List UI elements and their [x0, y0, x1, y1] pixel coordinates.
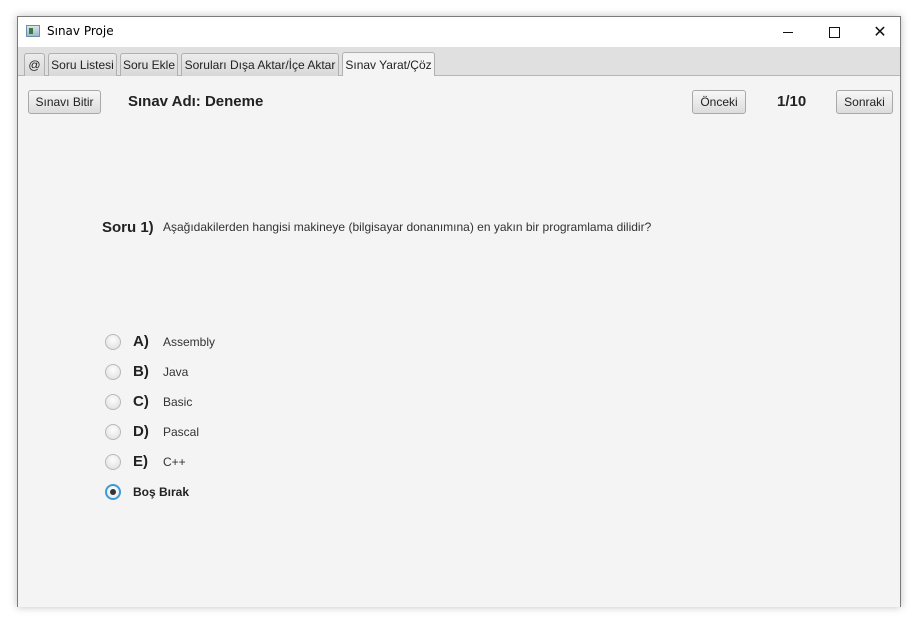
option-letter: A) — [133, 333, 149, 350]
tab-sinav-yarat[interactable]: Sınav Yarat/Çöz — [342, 52, 435, 76]
window-title: Sınav Proje — [47, 24, 114, 38]
question-text: Aşağıdakilerden hangisi makineye (bilgis… — [163, 220, 652, 234]
blank-option-label: Boş Bırak — [133, 485, 190, 499]
option-letter: D) — [133, 423, 149, 440]
radio-button[interactable] — [105, 424, 121, 440]
tab-at[interactable]: @ — [24, 53, 45, 76]
option-text: Assembly — [163, 335, 216, 349]
question-counter: 1/10 — [777, 93, 807, 110]
option-c[interactable]: C) Basic — [105, 393, 405, 413]
option-a[interactable]: A) Assembly — [105, 333, 405, 353]
option-blank[interactable]: Boş Bırak — [105, 483, 405, 503]
option-b[interactable]: B) Java — [105, 363, 405, 383]
exam-panel: Sınavı Bitir Sınav Adı: Deneme Önceki 1/… — [18, 76, 900, 607]
app-window: Sınav Proje ✕ @ Soru Listesi Soru Ekle S… — [17, 16, 901, 607]
radio-button[interactable] — [105, 394, 121, 410]
next-button[interactable]: Sonraki — [836, 90, 893, 114]
radio-button[interactable] — [105, 364, 121, 380]
radio-button[interactable] — [105, 454, 121, 470]
tab-soru-ekle[interactable]: Soru Ekle — [120, 53, 178, 76]
option-letter: C) — [133, 393, 149, 410]
maximize-icon — [828, 26, 840, 38]
previous-button[interactable]: Önceki — [692, 90, 746, 114]
option-text: C++ — [163, 455, 186, 469]
close-icon: ✕ — [873, 22, 887, 41]
exam-name: Sınav Adı: Deneme — [128, 93, 264, 110]
option-letter: B) — [133, 363, 149, 380]
option-letter: E) — [133, 453, 148, 470]
minimize-icon — [783, 31, 793, 33]
option-text: Java — [163, 365, 189, 379]
minimize-button[interactable] — [765, 17, 811, 47]
radio-button-selected[interactable] — [105, 484, 121, 500]
maximize-button[interactable] — [811, 17, 857, 47]
radio-button[interactable] — [105, 334, 121, 350]
tab-bar: @ Soru Listesi Soru Ekle Soruları Dışa A… — [18, 47, 900, 76]
tab-disa-aktar[interactable]: Soruları Dışa Aktar/İçe Aktar — [181, 53, 339, 76]
app-icon — [26, 25, 40, 37]
option-text: Basic — [163, 395, 193, 409]
question-label: Soru 1) — [102, 219, 154, 236]
close-button[interactable]: ✕ — [857, 17, 903, 47]
option-e[interactable]: E) C++ — [105, 453, 405, 473]
title-bar: Sınav Proje ✕ — [18, 17, 900, 47]
option-d[interactable]: D) Pascal — [105, 423, 405, 443]
option-text: Pascal — [163, 425, 200, 439]
tab-soru-listesi[interactable]: Soru Listesi — [48, 53, 117, 76]
finish-exam-button[interactable]: Sınavı Bitir — [28, 90, 101, 114]
